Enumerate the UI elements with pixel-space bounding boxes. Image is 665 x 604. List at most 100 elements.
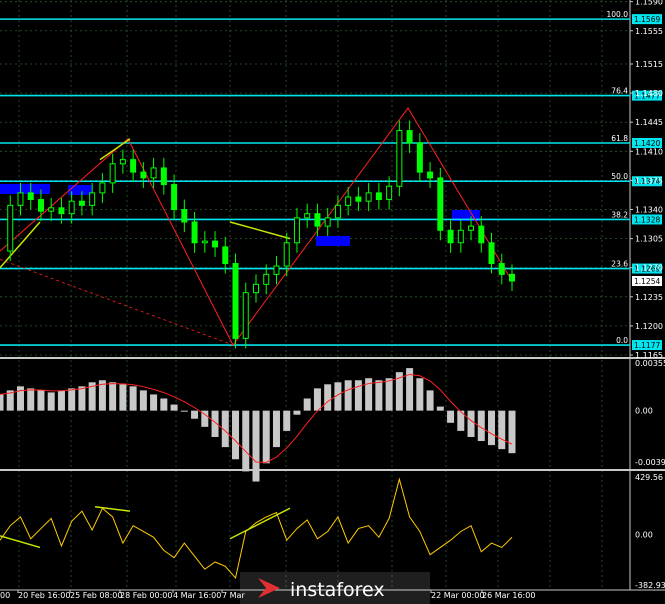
trend-line <box>0 221 41 269</box>
fib-level-label: 100.0 <box>607 10 629 19</box>
macd-bar <box>27 388 35 411</box>
candle-body <box>498 263 505 275</box>
watermark: instaforex <box>240 572 430 604</box>
candle-body <box>478 225 485 244</box>
candle-body <box>437 177 444 231</box>
macd-bar <box>262 410 270 464</box>
macd-bar <box>498 410 506 450</box>
candle-body <box>488 242 495 265</box>
candle-body <box>406 130 413 144</box>
trend-line <box>99 138 131 161</box>
macd-bar <box>426 390 434 411</box>
fib-level-label: 38.2 <box>611 210 628 219</box>
candle-body <box>509 273 515 282</box>
macd-bar <box>47 392 55 411</box>
macd-bar <box>293 410 301 415</box>
candle-body <box>109 163 116 184</box>
macd-bar <box>170 404 178 411</box>
candle-body <box>314 213 321 227</box>
candle-body <box>48 207 55 212</box>
time-tick-label: 22 Mar 00:00 <box>431 591 484 600</box>
fib-level-label: 0.0 <box>616 336 628 345</box>
fib-level-label: 50.0 <box>611 172 628 181</box>
macd-bar <box>78 386 86 411</box>
candle-body <box>89 192 96 206</box>
pane-separator <box>0 469 665 471</box>
cci-tick-label: 429.56 <box>635 473 663 482</box>
macd-pane <box>0 368 516 482</box>
macd-bar <box>416 378 424 411</box>
fib-level-label: 23.6 <box>611 260 628 269</box>
macd-bar <box>303 398 311 411</box>
time-tick-label: 26 Mar 16:00 <box>482 591 535 600</box>
grid <box>0 0 630 590</box>
zigzag-dashed <box>0 259 234 346</box>
macd-bar <box>109 382 117 411</box>
price-tick-label: 1.1200 <box>635 322 663 331</box>
cci-pane <box>0 477 513 580</box>
time-tick-label: 25 Feb 08:00 <box>70 591 122 600</box>
macd-bar <box>0 394 4 411</box>
candle-body <box>242 292 249 339</box>
candle-body <box>375 192 382 201</box>
candle-body <box>427 171 434 179</box>
macd-bar <box>129 386 137 411</box>
candle-body <box>37 199 44 212</box>
cci-line <box>0 477 513 580</box>
candle-body <box>293 217 300 244</box>
macd-bar <box>191 410 199 419</box>
candle-body <box>17 192 24 206</box>
macd-bar <box>242 410 250 472</box>
candle-body <box>160 167 167 186</box>
candle-body <box>181 209 188 223</box>
candle-body <box>304 213 311 219</box>
candle-body <box>283 242 290 267</box>
macd-bar <box>508 410 516 454</box>
candle-body <box>416 142 423 173</box>
candle-body <box>334 204 341 219</box>
candle-body <box>365 192 372 202</box>
macd-bar <box>385 378 393 411</box>
candle-body <box>119 159 126 165</box>
macd-bar <box>37 390 45 411</box>
macd-bar <box>375 380 383 411</box>
candle-body <box>191 221 198 244</box>
candle-body <box>99 182 106 194</box>
macd-bar <box>488 410 496 446</box>
candle-body <box>58 207 65 215</box>
macd-tick-label: 0.00 <box>635 407 653 416</box>
macd-bar <box>252 410 260 482</box>
macd-bar <box>283 410 291 431</box>
candle-body <box>355 196 362 202</box>
candle-body <box>396 130 403 187</box>
macd-bar <box>467 410 475 437</box>
candle-body <box>468 225 475 231</box>
candle-body <box>386 185 393 201</box>
fib-price-label: 1.1328 <box>634 215 660 224</box>
candle-body <box>273 265 280 275</box>
macd-bar <box>68 388 76 411</box>
macd-bar <box>344 380 352 411</box>
macd-bar <box>119 384 127 411</box>
candle-body <box>222 246 229 265</box>
axes: 1.1590 1.1555 1.1515 1.1480 1.1445 1.1410 1.13… <box>0 0 665 600</box>
candle-body <box>232 263 239 339</box>
price-tick-label: 1.1555 <box>635 27 663 36</box>
fib-price-label: 1.1177 <box>634 341 660 350</box>
macd-bar <box>354 380 362 411</box>
candle-body <box>140 171 147 179</box>
candle-body <box>212 240 219 248</box>
cci-divergence-line <box>94 506 131 512</box>
candle-body <box>447 229 454 244</box>
cci-tick-label: 0.00 <box>635 530 653 539</box>
candle-body <box>263 273 270 285</box>
time-tick-label: 4 Mar 16:00 <box>173 591 221 600</box>
fib-level-label: 76.4 <box>611 87 628 96</box>
candles <box>7 120 515 349</box>
macd-bar <box>324 384 332 411</box>
watermark-text: instaforex <box>290 579 385 601</box>
candle-body <box>324 217 331 227</box>
forex-chart: 100.01.156976.41.147761.81.142050.01.137… <box>0 0 665 604</box>
cci-divergence-line <box>0 535 41 549</box>
price-tick-label: 1.1515 <box>635 60 663 69</box>
